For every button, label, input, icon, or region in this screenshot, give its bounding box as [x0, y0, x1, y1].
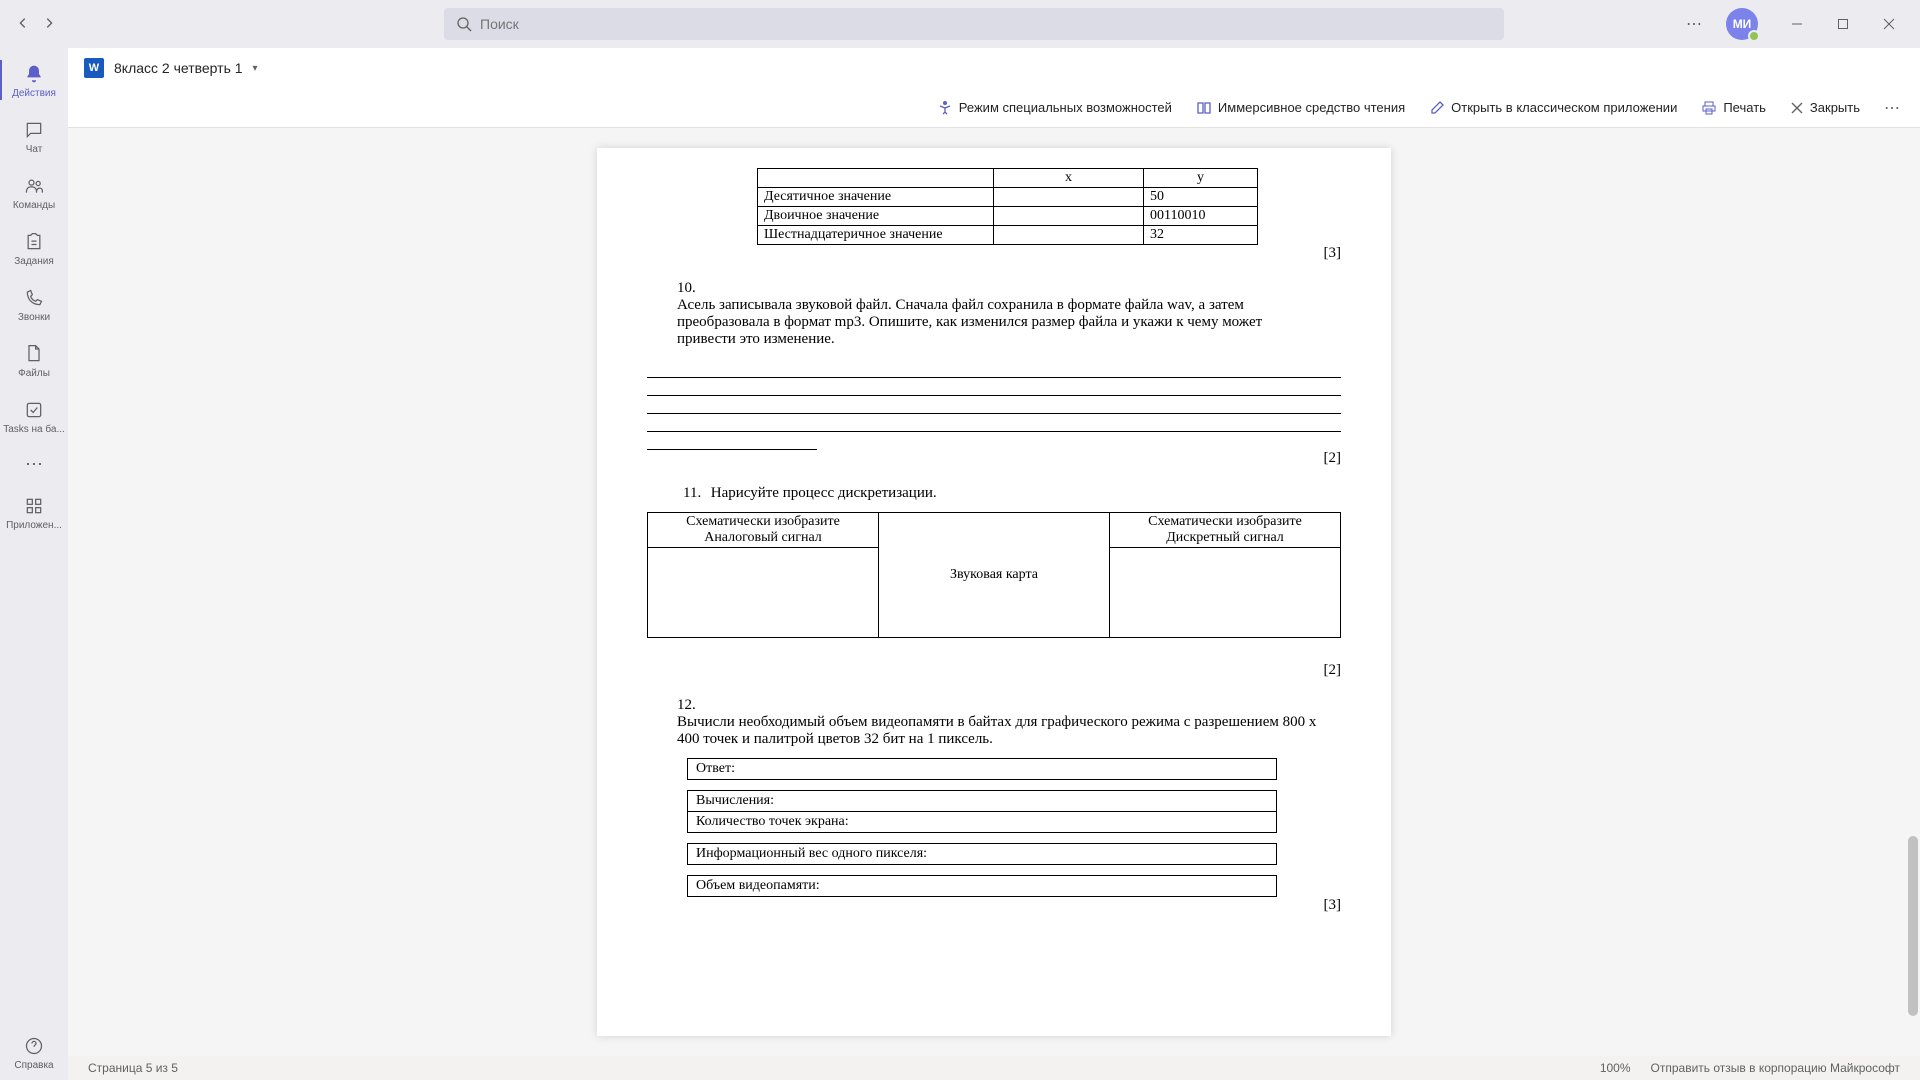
page-indicator[interactable]: Страница 5 из 5	[88, 1061, 178, 1075]
presence-available-icon	[1748, 30, 1760, 42]
toolbar-more-icon[interactable]: ⋯	[1884, 98, 1900, 118]
document-title[interactable]: 8класс 2 четверть 1	[114, 60, 243, 76]
document-page: xy Десятичное значение50 Двоичное значен…	[597, 148, 1391, 1036]
score-q10: [2]	[647, 450, 1341, 467]
question-10: 10. Асель записывала звуковой файл. Снач…	[647, 280, 1341, 467]
maximize-button[interactable]	[1820, 8, 1866, 40]
answer-table: Ответ:	[687, 758, 1277, 780]
tasks-icon	[22, 398, 46, 422]
document-viewport[interactable]: xy Десятичное значение50 Двоичное значен…	[68, 128, 1920, 1056]
search-box[interactable]	[444, 8, 1504, 40]
rail-apps[interactable]: Приложен...	[0, 484, 68, 540]
nav-arrows	[8, 16, 64, 33]
close-icon	[1790, 101, 1804, 115]
feedback-link[interactable]: Отправить отзыв в корпорацию Майкрософт	[1651, 1061, 1900, 1075]
help-icon	[22, 1034, 46, 1058]
zoom-level[interactable]: 100%	[1600, 1061, 1631, 1075]
weight-table: Информационный вес одного пикселя:	[687, 843, 1277, 865]
question-11: 11. Нарисуйте процесс дискретизации. Схе…	[647, 485, 1341, 679]
rail-teams[interactable]: Команды	[0, 164, 68, 220]
accessibility-button[interactable]: Режим специальных возможностей	[937, 100, 1172, 116]
search-icon	[456, 16, 472, 32]
chat-icon	[22, 118, 46, 142]
minimize-button[interactable]	[1774, 8, 1820, 40]
document-toolbar: Режим специальных возможностей Иммерсивн…	[68, 88, 1920, 128]
app-rail: Действия Чат Команды Задания Звонки Файл…	[0, 48, 68, 1080]
document-header: W 8класс 2 четверть 1 ▾	[68, 48, 1920, 88]
chevron-down-icon[interactable]: ▾	[253, 63, 258, 74]
rail-tasks[interactable]: Tasks на ба...	[0, 388, 68, 444]
score-q9: [3]	[647, 245, 1341, 262]
titlebar-more-icon[interactable]: ⋯	[1678, 14, 1710, 34]
scrollbar-thumb[interactable]	[1908, 836, 1918, 1016]
phone-icon	[22, 286, 46, 310]
statusbar: Страница 5 из 5 100% Отправить отзыв в к…	[68, 1056, 1920, 1080]
edit-icon	[1429, 100, 1445, 116]
immersive-reader-button[interactable]: Иммерсивное средство чтения	[1196, 100, 1405, 116]
number-systems-table: xy Десятичное значение50 Двоичное значен…	[757, 168, 1258, 245]
rail-help[interactable]: Справка	[0, 1024, 68, 1080]
discretization-table: Схематически изобразитеАналоговый сигнал…	[647, 512, 1341, 638]
search-input[interactable]	[480, 16, 1492, 32]
rail-more-icon[interactable]: ⋯	[0, 444, 68, 484]
titlebar: ⋯ МИ	[0, 0, 1920, 48]
apps-icon	[22, 494, 46, 518]
avatar-initials: МИ	[1733, 17, 1752, 31]
memory-table: Объем видеопамяти:	[687, 875, 1277, 897]
window-controls	[1774, 8, 1912, 40]
rail-calls[interactable]: Звонки	[0, 276, 68, 332]
open-desktop-button[interactable]: Открыть в классическом приложении	[1429, 100, 1677, 116]
score-q12: [3]	[647, 897, 1341, 914]
print-button[interactable]: Печать	[1701, 100, 1766, 116]
titlebar-right: ⋯ МИ	[1678, 8, 1912, 40]
nav-forward-icon[interactable]	[42, 16, 56, 33]
word-icon: W	[84, 58, 104, 78]
accessibility-icon	[937, 100, 953, 116]
bell-icon	[22, 62, 46, 86]
nav-back-icon[interactable]	[16, 16, 30, 33]
close-button[interactable]	[1866, 8, 1912, 40]
question-12: 12. Вычисли необходимый объем видеопамят…	[647, 697, 1341, 914]
avatar[interactable]: МИ	[1726, 8, 1758, 40]
calc-table: Вычисления: Количество точек экрана:	[687, 790, 1277, 833]
rail-activity[interactable]: Действия	[0, 52, 68, 108]
rail-chat[interactable]: Чат	[0, 108, 68, 164]
teams-icon	[22, 174, 46, 198]
print-icon	[1701, 100, 1717, 116]
assignments-icon	[22, 230, 46, 254]
score-q11: [2]	[647, 662, 1341, 679]
rail-assignments[interactable]: Задания	[0, 220, 68, 276]
close-doc-button[interactable]: Закрыть	[1790, 100, 1860, 115]
main-area: W 8класс 2 четверть 1 ▾ Режим специальны…	[68, 48, 1920, 1080]
file-icon	[22, 342, 46, 366]
book-icon	[1196, 100, 1212, 116]
rail-files[interactable]: Файлы	[0, 332, 68, 388]
